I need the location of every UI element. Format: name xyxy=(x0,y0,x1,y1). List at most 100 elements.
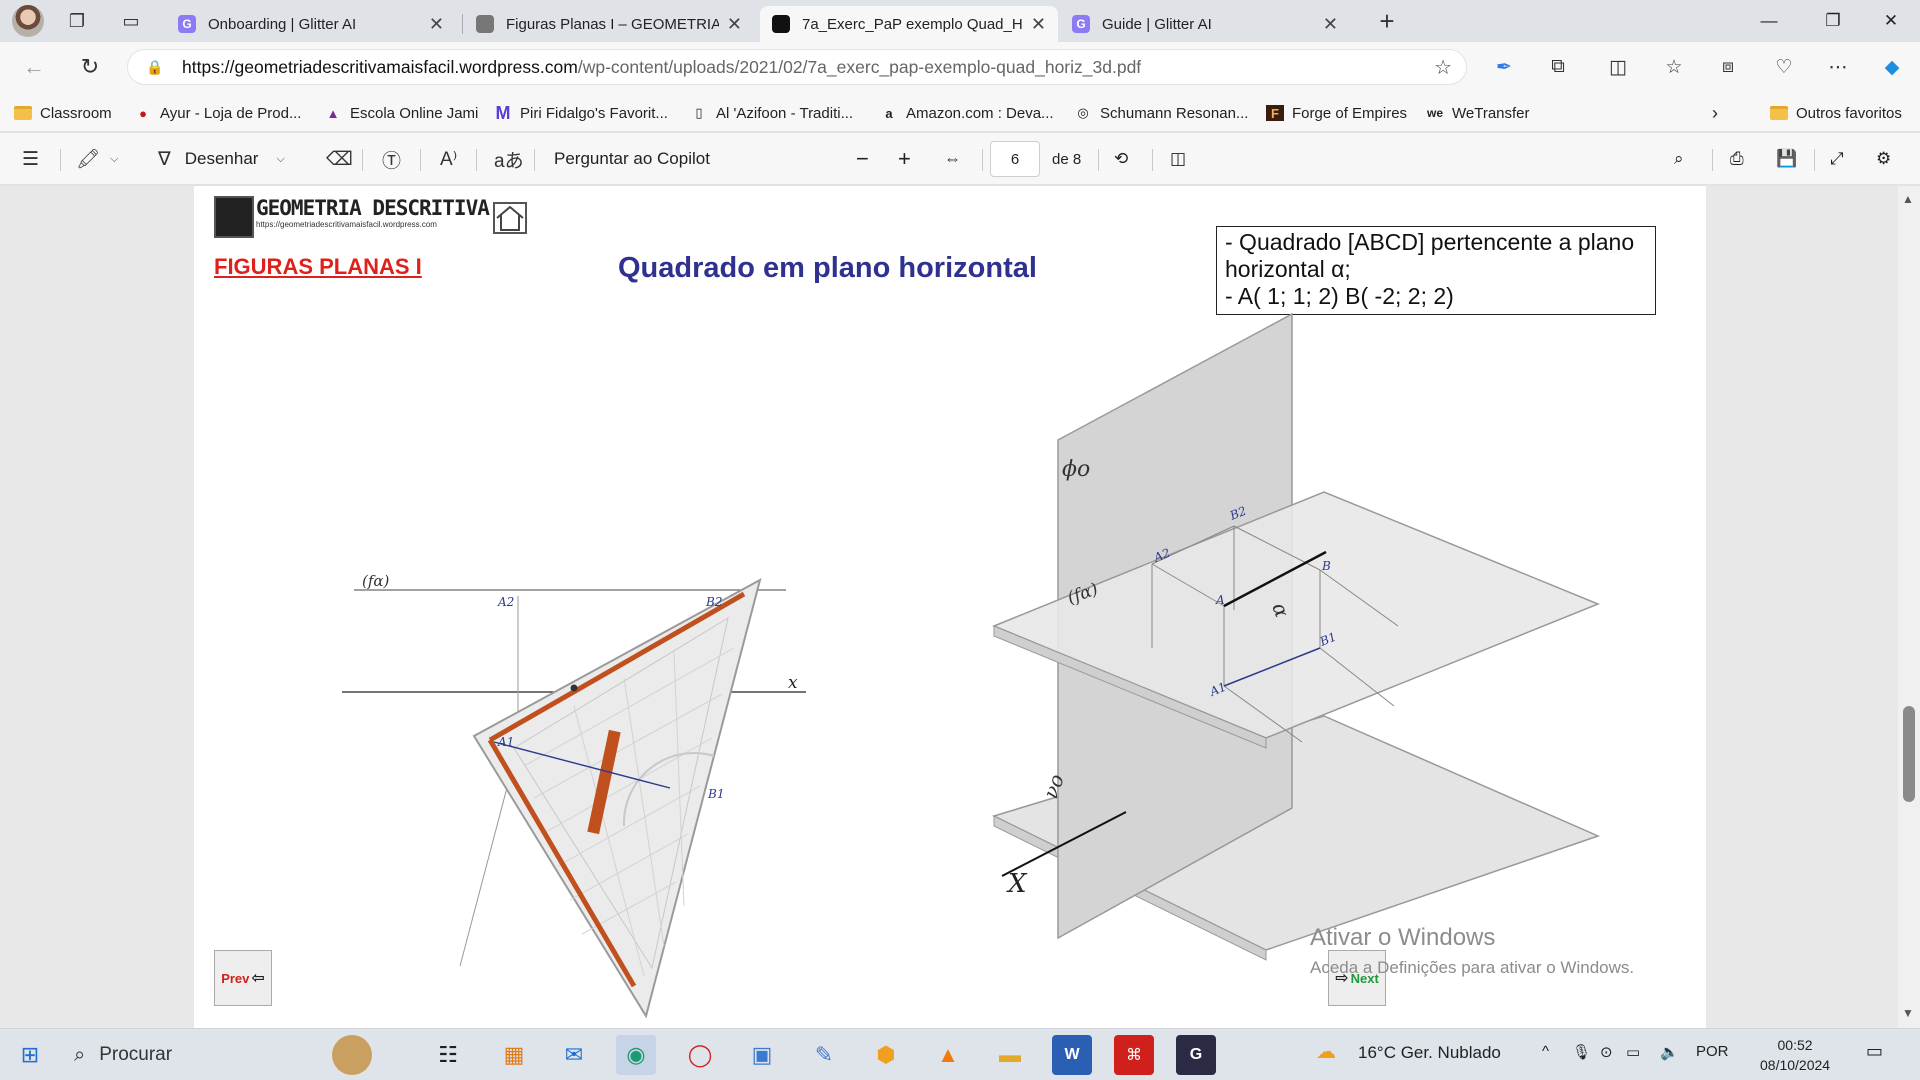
mail-icon[interactable]: ✉ xyxy=(554,1035,594,1075)
schumann-icon: ◎ xyxy=(1077,105,1089,120)
favorites-icon[interactable]: ☆ xyxy=(1658,52,1690,82)
translate-button[interactable]: aあ xyxy=(494,146,524,172)
opera-icon[interactable]: ◯ xyxy=(680,1035,720,1075)
copilot-icon[interactable]: ◆ xyxy=(1876,52,1908,82)
zoom-in-icon[interactable]: + xyxy=(898,146,911,172)
word-icon[interactable]: W xyxy=(1052,1035,1092,1075)
scroll-up-icon[interactable]: ▲ xyxy=(1902,192,1914,206)
ask-copilot-button[interactable]: Perguntar ao Copilot xyxy=(554,146,710,172)
read-aloud-button[interactable]: A⁾ xyxy=(440,146,457,172)
tab-onboarding[interactable]: G Onboarding | Glitter AI ✕ xyxy=(166,6,456,42)
glitter-favicon-icon: G xyxy=(178,15,196,33)
start-windows-icon[interactable]: ⊞ xyxy=(10,1035,50,1075)
chevron-down-icon: ⌵ xyxy=(276,152,285,165)
photos-icon[interactable]: ▣ xyxy=(742,1035,782,1075)
collections-icon[interactable]: ⧈ xyxy=(1712,52,1744,82)
tab-actions-icon[interactable]: ▭ xyxy=(118,8,144,34)
zoom-out-icon[interactable]: − xyxy=(856,146,869,172)
network-icon[interactable]: ▭ xyxy=(1626,1043,1640,1061)
split-screen-icon[interactable]: ◫ xyxy=(1602,52,1634,82)
text-box-button[interactable]: Ⓣ xyxy=(382,146,401,172)
bookmark-other-favorites[interactable]: Outros favoritos xyxy=(1770,101,1902,125)
close-tab-icon[interactable]: ✕ xyxy=(727,14,742,35)
fullscreen-icon[interactable]: ⤢ xyxy=(1830,146,1844,172)
url-field[interactable]: 🔒 https://geometriadescritivamaisfacil.w… xyxy=(127,49,1467,85)
file-explorer-icon[interactable]: ▬ xyxy=(990,1035,1030,1075)
notifications-icon[interactable]: ▭ xyxy=(1866,1041,1883,1062)
extensions-icon[interactable]: ⧉ xyxy=(1542,52,1574,82)
clock-date: 08/10/2024 xyxy=(1760,1057,1831,1073)
contents-button[interactable]: ☰ xyxy=(22,146,39,172)
tab-title: 7a_Exerc_PaP exemplo Quad_Hori xyxy=(802,15,1023,33)
prev-button[interactable]: Prev ⇦ xyxy=(214,950,272,1006)
show-hidden-icons-chevron-icon[interactable]: ^ xyxy=(1542,1043,1549,1060)
scroll-down-icon[interactable]: ▼ xyxy=(1902,1006,1914,1020)
weather-text[interactable]: 16°C Ger. Nublado xyxy=(1358,1043,1501,1063)
refresh-icon[interactable]: ↻ xyxy=(74,52,106,82)
settings-gear-icon[interactable]: ⚙ xyxy=(1876,146,1891,172)
keyboard-language[interactable]: POR xyxy=(1696,1043,1729,1060)
page-icon: ▯ xyxy=(695,105,703,120)
bookmark-wetransfer[interactable]: we WeTransfer xyxy=(1426,101,1530,125)
url-host: https://geometriadescritivamaisfacil.wor… xyxy=(182,56,578,77)
acrobat-icon[interactable]: ⌘ xyxy=(1114,1035,1154,1075)
onedrive-icon[interactable]: ⊙ xyxy=(1600,1043,1613,1061)
rotate-icon[interactable]: ⟲ xyxy=(1114,146,1128,172)
microsoft-store-icon[interactable]: ▦ xyxy=(494,1035,534,1075)
paint-icon[interactable]: ✎ xyxy=(804,1035,844,1075)
microphone-icon[interactable]: 🎙 xyxy=(1572,1043,1591,1061)
label-a-3d: A xyxy=(1215,593,1225,607)
restore-icon[interactable]: ❐ xyxy=(1810,6,1856,36)
draw-button[interactable]: ∇ Desenhar ⌵ xyxy=(158,146,285,172)
page-number-input[interactable]: 6 xyxy=(990,141,1040,177)
page-view-icon[interactable]: ◫ xyxy=(1170,146,1186,172)
pdf-viewer[interactable]: GEOMETRIA DESCRITIVA https://geometriade… xyxy=(0,186,1920,1028)
text-box-icon: Ⓣ xyxy=(382,150,402,172)
vertical-scrollbar[interactable]: ▲ ▼ xyxy=(1898,186,1920,1028)
search-highlight-icon[interactable] xyxy=(332,1035,372,1075)
bookmark-amazon[interactable]: a Amazon.com : Deva... xyxy=(880,101,1053,125)
eraser-button[interactable]: ⌫ xyxy=(326,146,353,172)
workspaces-icon[interactable]: ❐ xyxy=(64,8,90,34)
brave-icon[interactable]: ⬢ xyxy=(866,1035,906,1075)
more-menu-icon[interactable]: ⋯ xyxy=(1822,52,1854,82)
feather-extension-icon[interactable]: ✒ xyxy=(1488,52,1520,82)
amazon-icon: a xyxy=(885,105,893,121)
print-icon[interactable]: ⎙ xyxy=(1730,146,1744,172)
glitter-app-icon[interactable]: G xyxy=(1176,1035,1216,1075)
new-tab-icon[interactable]: + xyxy=(1374,6,1400,36)
tab-figuras-planas[interactable]: Figuras Planas I – GEOMETRIA DE ✕ xyxy=(464,6,754,42)
back-icon[interactable]: ← xyxy=(18,52,50,82)
bookmark-schumann[interactable]: ◎ Schumann Resonan... xyxy=(1074,101,1248,125)
task-view-icon[interactable]: ☷ xyxy=(428,1035,468,1075)
edge-icon[interactable]: ◉ xyxy=(616,1035,656,1075)
profile-avatar[interactable] xyxy=(12,5,44,37)
close-window-icon[interactable]: ✕ xyxy=(1868,6,1914,36)
url-text: https://geometriadescritivamaisfacil.wor… xyxy=(182,57,1141,78)
close-tab-icon[interactable]: ✕ xyxy=(1031,14,1046,35)
browser-essentials-icon[interactable]: ♡ xyxy=(1768,52,1800,82)
close-tab-icon[interactable]: ✕ xyxy=(1323,14,1338,35)
favorite-star-icon[interactable]: ☆ xyxy=(1434,55,1452,80)
bookmark-ayur[interactable]: ● Ayur - Loja de Prod... xyxy=(134,101,301,125)
bookmark-piri[interactable]: M Piri Fidalgo's Favorit... xyxy=(494,101,668,125)
close-tab-icon[interactable]: ✕ xyxy=(429,14,444,35)
bookmark-azifoon[interactable]: ▯ Al 'Azifoon - Traditi... xyxy=(690,101,853,125)
folder-icon xyxy=(1770,105,1788,121)
fit-width-icon[interactable]: ⇔ xyxy=(944,146,961,172)
minimize-icon[interactable]: — xyxy=(1746,6,1792,36)
tab-pdf-active[interactable]: 7a_Exerc_PaP exemplo Quad_Hori ✕ xyxy=(760,6,1058,42)
bookmark-classroom[interactable]: Classroom xyxy=(14,101,112,125)
volume-icon[interactable]: 🔈 xyxy=(1660,1043,1679,1061)
tab-guide[interactable]: G Guide | Glitter AI ✕ xyxy=(1060,6,1350,42)
system-clock[interactable]: 00:52 08/10/2024 xyxy=(1760,1035,1830,1075)
highlight-button[interactable]: 🖍 ⌵ xyxy=(76,146,118,172)
label-x-3d: X xyxy=(1006,869,1028,899)
bookmark-escola[interactable]: ▲ Escola Online Jami xyxy=(324,101,479,125)
more-bookmarks-chevron-icon[interactable]: › xyxy=(1712,101,1718,125)
scrollbar-thumb[interactable] xyxy=(1903,706,1915,802)
save-icon[interactable]: 💾 xyxy=(1776,146,1797,172)
search-icon[interactable]: ⌕ xyxy=(1674,146,1684,172)
bookmark-forge[interactable]: F Forge of Empires xyxy=(1266,101,1407,125)
vlc-icon[interactable]: ▲ xyxy=(928,1035,968,1075)
